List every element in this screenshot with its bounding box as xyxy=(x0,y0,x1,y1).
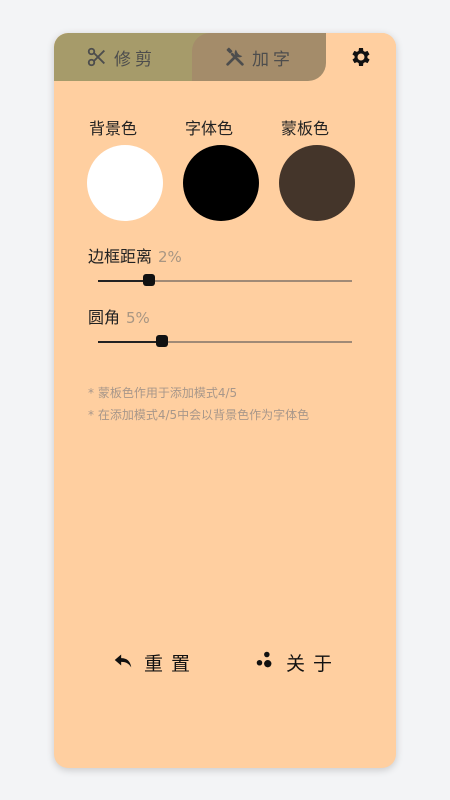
reply-arrow-icon xyxy=(112,649,134,676)
font-color-picker: 字体色 xyxy=(183,115,263,221)
note-mask-color: * 蒙板色作用于添加模式4/5 xyxy=(88,386,238,400)
corner-radius-label: 圆角 xyxy=(88,308,121,327)
corner-radius-setting: 圆角 5% xyxy=(88,304,358,347)
mask-color-picker: 蒙板色 xyxy=(279,115,359,221)
tab-add-text[interactable]: 加字 xyxy=(192,33,326,81)
corner-radius-slider-fill xyxy=(98,341,162,343)
mask-color-label: 蒙板色 xyxy=(281,119,330,138)
settings-panel: 修剪 加字 背景色 字体色 蒙板色 边框距离 2% 圆角 5% * 蒙板色作用于… xyxy=(54,33,396,768)
border-distance-setting: 边框距离 2% xyxy=(88,243,358,286)
background-color-picker: 背景色 xyxy=(87,115,167,221)
tools-icon xyxy=(224,46,246,68)
background-color-swatch[interactable] xyxy=(87,145,163,221)
tab-trim-label: 修剪 xyxy=(114,49,156,70)
border-distance-slider-fill xyxy=(98,280,149,282)
help-notes: * 蒙板色作用于添加模式4/5 * 在添加模式4/5中会以背景色作为字体色 xyxy=(88,382,309,426)
border-distance-label: 边框距离 xyxy=(88,247,153,266)
border-distance-value: 2% xyxy=(158,248,182,266)
border-distance-slider-thumb[interactable] xyxy=(143,274,155,286)
background-color-label: 背景色 xyxy=(89,119,138,138)
corner-radius-value: 5% xyxy=(126,309,150,327)
tab-bar: 修剪 加字 xyxy=(54,33,396,81)
font-color-swatch[interactable] xyxy=(183,145,259,221)
note-background-as-font: * 在添加模式4/5中会以背景色作为字体色 xyxy=(88,408,310,422)
tab-settings[interactable] xyxy=(326,33,396,81)
tab-add-text-label: 加字 xyxy=(252,49,294,70)
tab-trim[interactable]: 修剪 xyxy=(54,33,214,81)
reset-button[interactable]: 重置 xyxy=(112,647,198,677)
corner-radius-slider-thumb[interactable] xyxy=(156,335,168,347)
scissors-icon xyxy=(86,46,108,68)
about-button[interactable]: 关于 xyxy=(254,647,340,677)
border-distance-slider[interactable] xyxy=(98,274,352,286)
about-label: 关于 xyxy=(286,652,341,675)
reset-label: 重置 xyxy=(144,652,199,675)
dots-cluster-icon xyxy=(254,649,276,676)
gear-icon xyxy=(349,45,373,69)
mask-color-swatch[interactable] xyxy=(279,145,355,221)
font-color-label: 字体色 xyxy=(185,119,234,138)
corner-radius-slider[interactable] xyxy=(98,335,352,347)
